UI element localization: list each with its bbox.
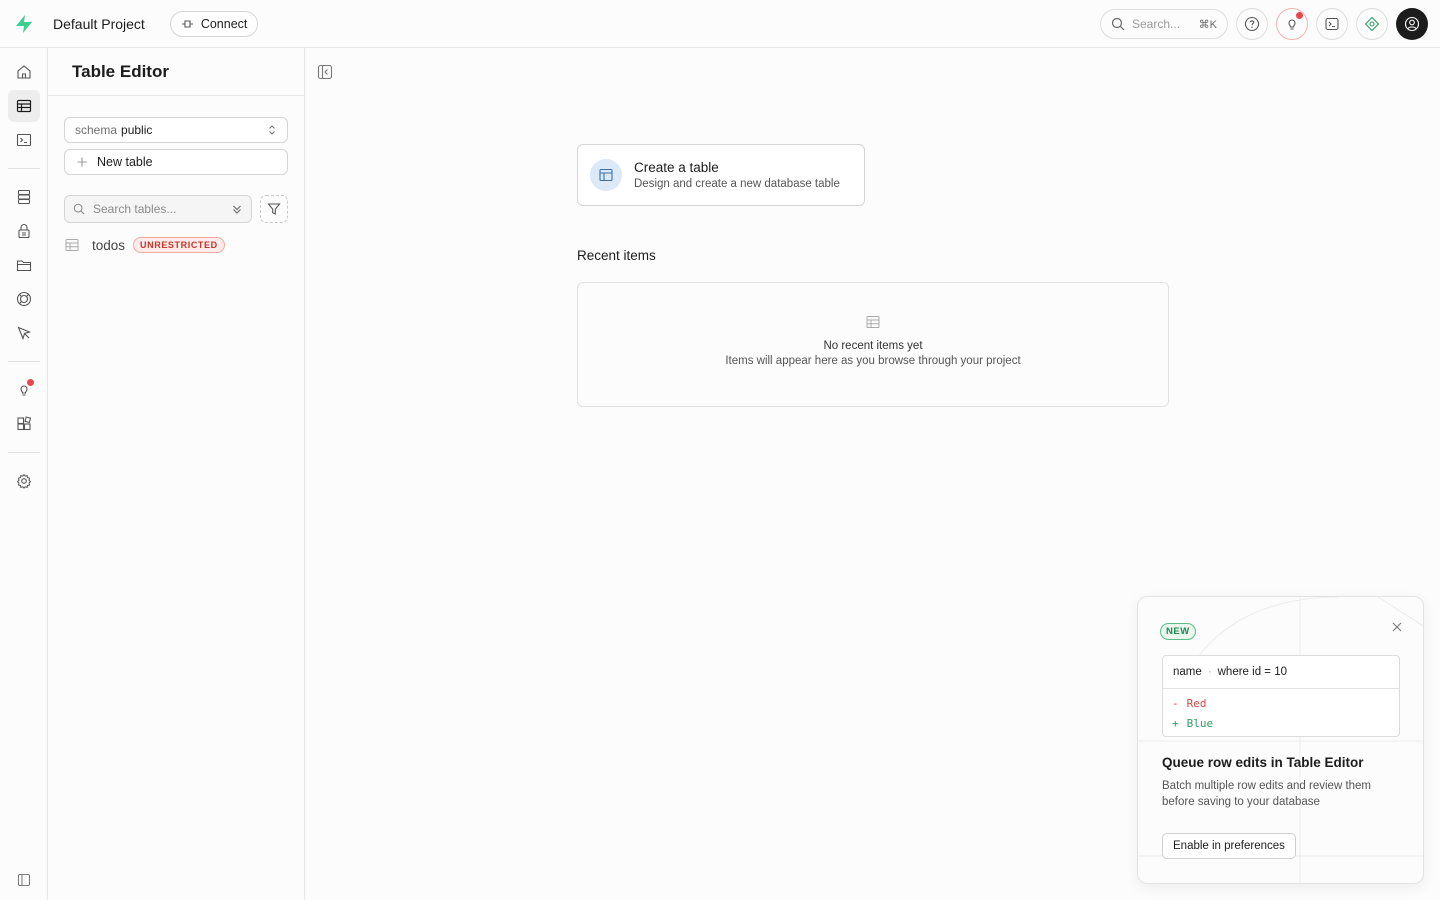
nav-home[interactable] [8, 56, 40, 88]
table-icon [866, 316, 880, 328]
schema-selector[interactable]: schema public [64, 117, 288, 143]
logo-bolt-icon [16, 14, 32, 33]
rail-divider [8, 452, 40, 453]
sql-editor-icon [16, 133, 32, 147]
table-icon [599, 168, 613, 182]
integrations-icon [17, 416, 32, 431]
create-table-title: Create a table [634, 160, 719, 175]
chevron-down-icon[interactable] [231, 203, 243, 215]
database-icon [17, 189, 31, 205]
realtime-icon [16, 291, 32, 307]
filter-tables-button[interactable] [260, 195, 288, 223]
table-editor-icon [16, 99, 32, 113]
nav-advisors[interactable] [8, 374, 40, 406]
diff-removed-sign: - [1172, 696, 1179, 710]
recent-empty-subtitle: Items will appear here as you browse thr… [725, 355, 1021, 367]
nav-realtime[interactable] [8, 283, 40, 315]
nav-table-editor[interactable] [8, 90, 40, 122]
top-bar: Default Project Connect Search... ⌘K [0, 0, 1440, 48]
feature-announcement-card: NEW name · where id = 10 - Red + Blue Qu… [1137, 596, 1424, 884]
settings-gear-icon [16, 473, 32, 489]
nav-project-settings[interactable] [8, 465, 40, 497]
create-table-card[interactable]: Create a table Design and create a new d… [577, 144, 865, 206]
help-button[interactable] [1236, 8, 1268, 40]
diff-removed-value: Red [1186, 696, 1207, 710]
auth-lock-icon [18, 224, 30, 239]
diff-filter: where id = 10 [1217, 666, 1287, 678]
user-avatar[interactable] [1396, 8, 1428, 40]
rail-divider [8, 168, 40, 169]
plug-icon [181, 19, 193, 28]
recent-empty-title: No recent items yet [823, 340, 923, 352]
promo-title: Queue row edits in Table Editor [1162, 755, 1364, 770]
row-edit-diff-preview: name · where id = 10 - Red + Blue [1162, 655, 1400, 737]
global-search[interactable]: Search... ⌘K [1100, 9, 1228, 39]
table-name: todos [92, 237, 126, 253]
diff-added-value: Blue [1186, 716, 1214, 730]
recent-items-heading: Recent items [577, 248, 656, 263]
nav-sql-editor[interactable] [8, 124, 40, 156]
nav-database[interactable] [8, 181, 40, 213]
search-tables-placeholder: Search tables... [93, 202, 177, 216]
new-table-label: New table [97, 155, 153, 169]
search-icon [73, 203, 85, 215]
enable-in-preferences-button[interactable]: Enable in preferences [1162, 833, 1296, 859]
storage-folder-icon [16, 260, 32, 272]
notification-dot [1296, 12, 1303, 19]
search-tables-input[interactable]: Search tables... [64, 195, 252, 223]
new-table-button[interactable]: New table [64, 149, 288, 175]
table-list-item[interactable]: todos UNRESTRICTED [64, 234, 288, 256]
sql-terminal-button[interactable] [1316, 8, 1348, 40]
create-table-subtitle: Design and create a new database table [634, 178, 840, 190]
help-icon [1244, 16, 1260, 32]
sidebar-title: Table Editor [48, 48, 304, 96]
nav-integrations[interactable] [8, 408, 40, 440]
supabase-logo[interactable] [0, 0, 48, 48]
rail-divider [8, 361, 40, 362]
edge-functions-icon [17, 326, 32, 341]
create-table-icon-wrap [590, 159, 622, 191]
chevron-up-down-icon [269, 125, 275, 135]
collapse-sidebar-icon[interactable] [317, 64, 333, 80]
nav-storage[interactable] [8, 249, 40, 281]
project-name[interactable]: Default Project [53, 16, 145, 32]
collapse-rail-icon[interactable] [16, 872, 32, 888]
assistant-diamond-icon [1364, 16, 1380, 32]
assistant-button[interactable] [1356, 8, 1388, 40]
filter-icon [267, 203, 281, 215]
diff-removed-line: - Red [1163, 693, 1399, 713]
advisor-alert-dot [27, 379, 34, 386]
search-icon [1111, 17, 1125, 31]
recent-items-panel: No recent items yet Items will appear he… [577, 282, 1169, 407]
diff-header: name · where id = 10 [1163, 656, 1399, 689]
table-editor-sidebar: Table Editor schema public New table Sea… [48, 48, 305, 900]
nav-edge-functions[interactable] [8, 317, 40, 349]
search-shortcut: ⌘K [1198, 18, 1217, 31]
promo-description: Batch multiple row edits and review them… [1162, 780, 1372, 808]
connect-button[interactable]: Connect [169, 10, 259, 37]
nav-authentication[interactable] [8, 215, 40, 247]
table-icon [65, 239, 79, 251]
rls-status-badge: UNRESTRICTED [133, 237, 225, 253]
left-nav-rail [0, 48, 48, 900]
diff-added-line: + Blue [1163, 713, 1399, 733]
home-icon [17, 65, 31, 79]
diff-added-sign: + [1172, 716, 1179, 730]
user-icon [1404, 16, 1420, 32]
diff-column: name [1173, 666, 1202, 678]
terminal-icon [1325, 17, 1339, 31]
connect-label: Connect [200, 16, 248, 31]
advisor-button[interactable] [1276, 8, 1308, 40]
schema-value: public [121, 123, 153, 137]
plus-icon [77, 157, 87, 167]
close-icon[interactable] [1391, 621, 1403, 633]
global-search-placeholder: Search... [1132, 17, 1181, 31]
new-badge: NEW [1160, 623, 1196, 640]
schema-label: schema [75, 123, 118, 137]
